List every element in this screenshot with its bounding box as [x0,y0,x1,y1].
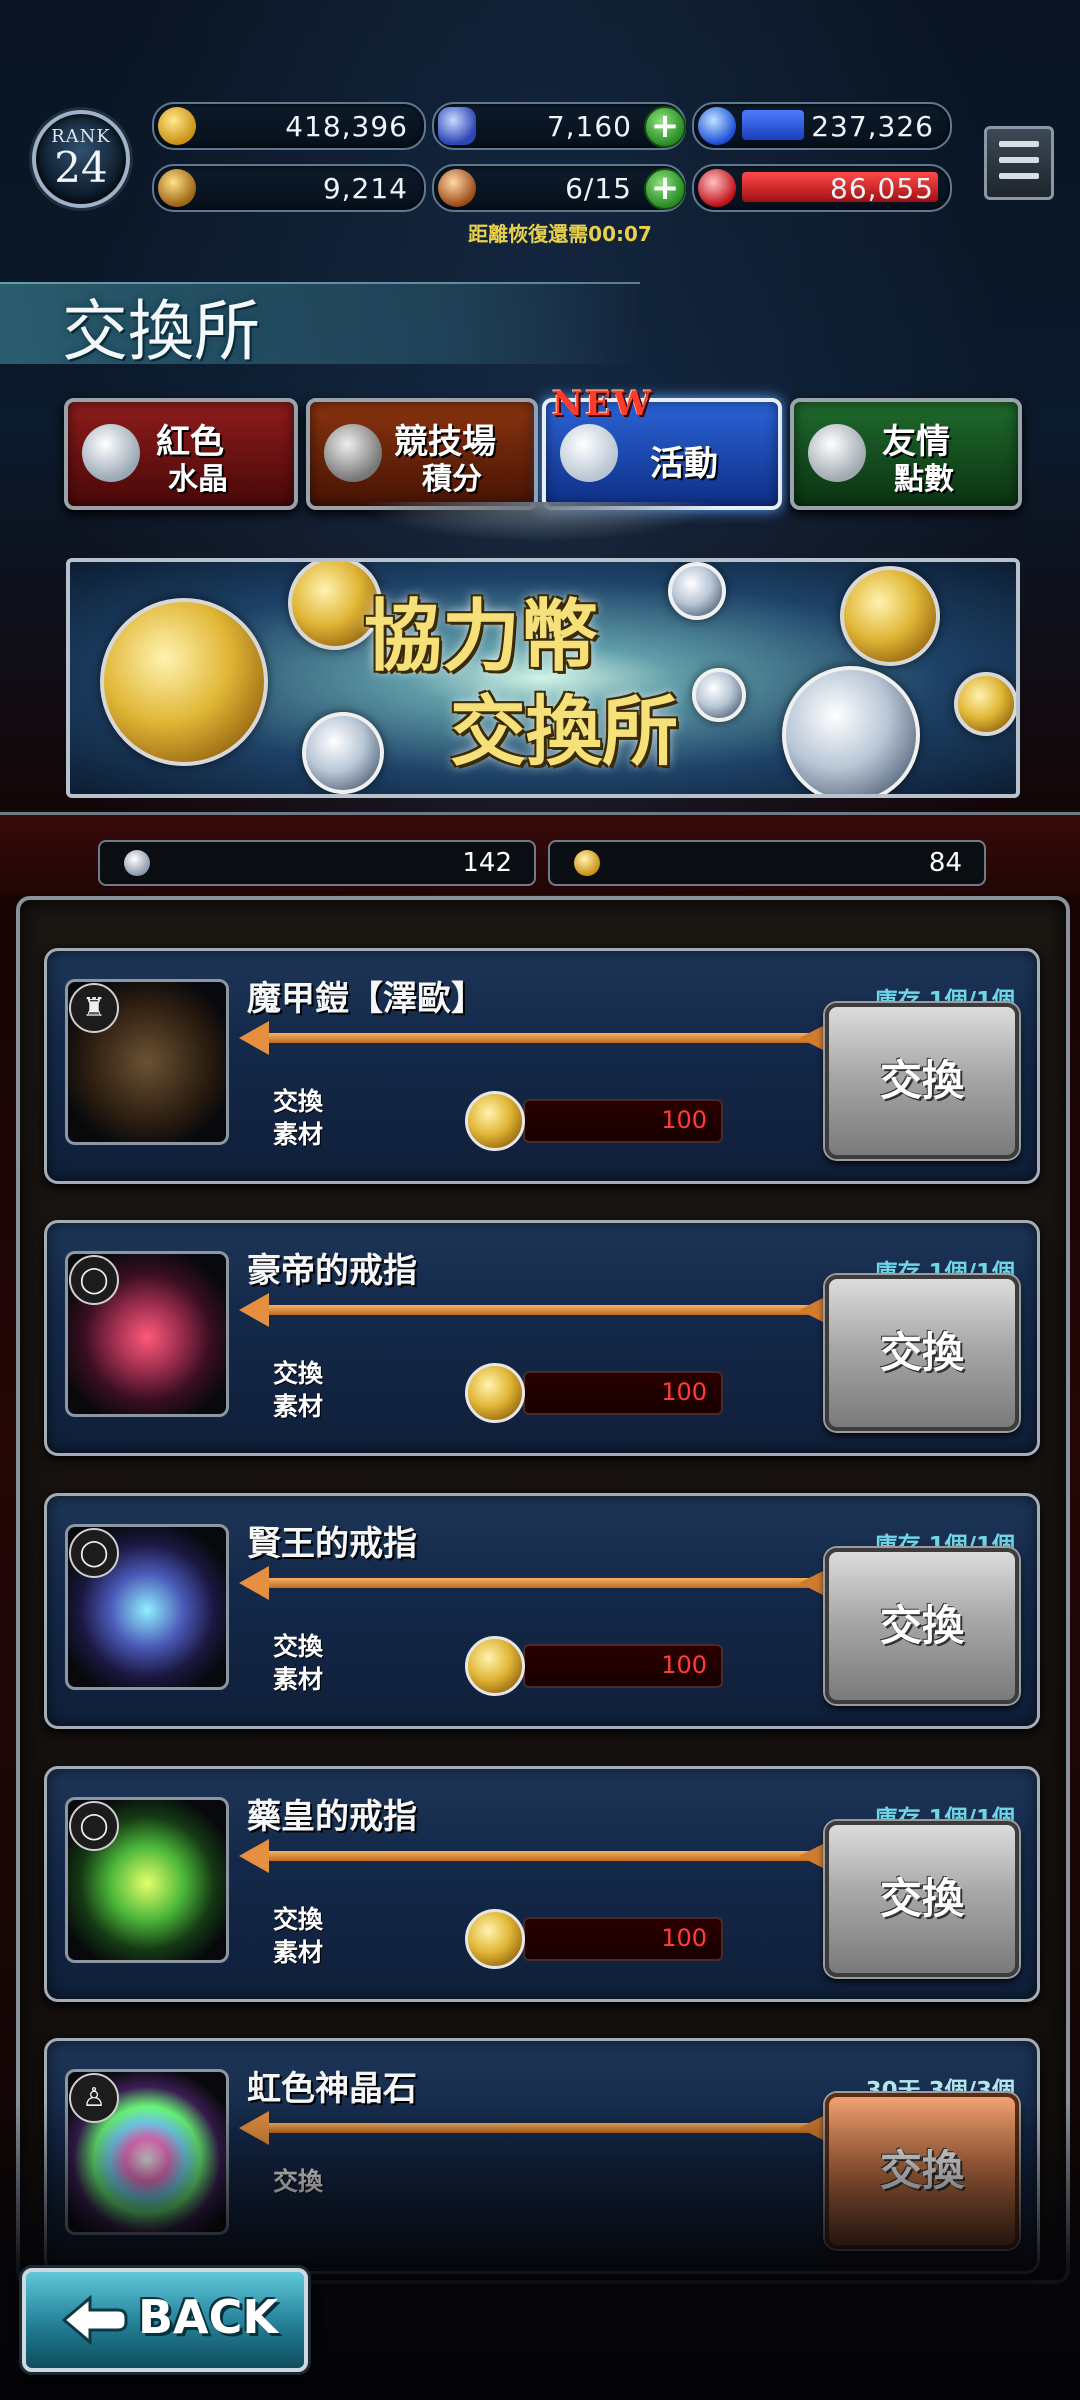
gold-coin-icon [465,1909,525,1969]
blue-orb-value: 237,326 [811,110,934,143]
silver-coin-value: 142 [462,848,512,878]
back-label: BACK [138,2290,279,2344]
add-crystal-button[interactable]: + [644,106,686,148]
tab-red-crystal-label2: 水晶 [168,462,228,497]
cost-value: 100 [661,1651,707,1679]
add-stamina-button[interactable]: + [644,168,686,210]
blue-orb-gauge [742,110,804,140]
exchange-button[interactable]: 交換 [825,1003,1019,1159]
arrow-left-icon [239,1839,269,1873]
page-title: 交換所 [62,293,260,370]
cost-bar: 100 [523,1099,723,1143]
gil-counter: 418,396 [152,102,426,150]
material-label: 交換 素材 [273,1632,324,1694]
cost-bar: 100 [523,1917,723,1961]
gold-coin-icon [465,1363,525,1423]
menu-button[interactable] [984,126,1054,200]
gold-coin-icon [465,1091,525,1151]
blue-orb-counter: 237,326 [692,102,952,150]
item-name: 賢王的戒指 [247,1524,417,1564]
gold-coin-icon [465,1636,525,1696]
tab-ornament [360,502,720,542]
tab-friendship[interactable]: 友情 點數 [790,398,1022,510]
banner-title-line2: 交換所 [450,687,678,776]
banner-coin-icon [100,598,268,766]
menu-icon [999,141,1039,147]
gold-coin-icon [574,850,600,876]
arrow-line [257,1305,817,1315]
list-item: ◯ 賢王的戒指 庫存 1個/1個 交換 素材 100 交換 [44,1493,1040,1729]
gil-coin-icon [158,107,196,145]
exchange-button[interactable]: 交換 [825,1821,1019,1977]
cost-value: 100 [661,1924,707,1952]
diamond-icon [82,424,140,482]
event-play-icon [560,424,618,482]
gil-value: 418,396 [285,110,408,143]
stamina-value: 6/15 [565,172,632,205]
material-label: 交換 素材 [273,1359,324,1421]
tab-friendship-label2: 點數 [894,462,954,497]
rank-badge: RANK 24 [32,110,130,208]
material-label: 交換 素材 [273,1087,324,1149]
new-badge: NEW [552,384,654,424]
arrow-left-icon [239,1021,269,1055]
cost-value: 100 [661,1106,707,1134]
medal-value: 9,214 [322,172,408,205]
cost-bar: 100 [523,1644,723,1688]
arena-emblem-icon [324,424,382,482]
silver-coin-counter: 142 [98,840,536,886]
stamina-counter: 6/15 + [432,164,686,212]
trophy-icon [158,169,196,207]
red-orb-value: 86,055 [830,172,934,205]
back-arrow-icon [62,2294,128,2346]
stamina-icon [438,169,476,207]
arrow-left-icon [239,1293,269,1327]
armor-icon: ♜ [69,983,119,1033]
recover-timer: 距離恢復還需00:07 [468,222,652,246]
silver-coin-icon [124,850,150,876]
medal-counter: 9,214 [152,164,426,212]
tab-arena-label2: 積分 [422,462,482,497]
cost-value: 100 [661,1378,707,1406]
material-icon: ♙ [69,2073,119,2123]
material-label: 交換 素材 [273,1905,324,1967]
ring-icon: ◯ [69,1528,119,1578]
item-name: 魔甲鎧【澤歐】 [247,979,485,1019]
coop-coin-banner: 協力幣 交換所 [66,558,1020,798]
arrow-left-icon [239,1566,269,1600]
list-item: ◯ 豪帝的戒指 庫存 1個/1個 交換 素材 100 交換 [44,1220,1040,1456]
back-button[interactable]: BACK [22,2268,308,2372]
crystal-icon [438,107,476,145]
tab-red-crystal[interactable]: 紅色 水晶 [64,398,298,510]
tab-event-label: 活動 [650,444,718,484]
ring-icon: ◯ [69,1255,119,1305]
crystal-counter: 7,160 + [432,102,686,150]
item-name: 藥皇的戒指 [247,1797,417,1837]
ring-icon: ◯ [69,1801,119,1851]
gold-coin-value: 84 [928,848,962,878]
exchange-button[interactable]: 交換 [825,1548,1019,1704]
rank-value: 24 [54,143,108,192]
arrow-line [257,1033,817,1043]
arrow-line [257,1851,817,1861]
exchange-button[interactable]: 交換 [825,1275,1019,1431]
red-orb-icon [698,169,736,207]
tab-arena-points[interactable]: 競技場 積分 [306,398,538,510]
item-name: 豪帝的戒指 [247,1251,417,1291]
cost-bar: 100 [523,1371,723,1415]
list-item: ♜ 魔甲鎧【澤歐】 庫存 1個/1個 交換 素材 100 交換 [44,948,1040,1184]
handshake-icon [808,424,866,482]
arrow-line [257,1578,817,1588]
crystal-value: 7,160 [546,110,632,143]
red-orb-counter: 86,055 [692,164,952,212]
blue-orb-icon [698,107,736,145]
gold-coin-counter: 84 [548,840,986,886]
list-item: ◯ 藥皇的戒指 庫存 1個/1個 交換 素材 100 交換 [44,1766,1040,2002]
